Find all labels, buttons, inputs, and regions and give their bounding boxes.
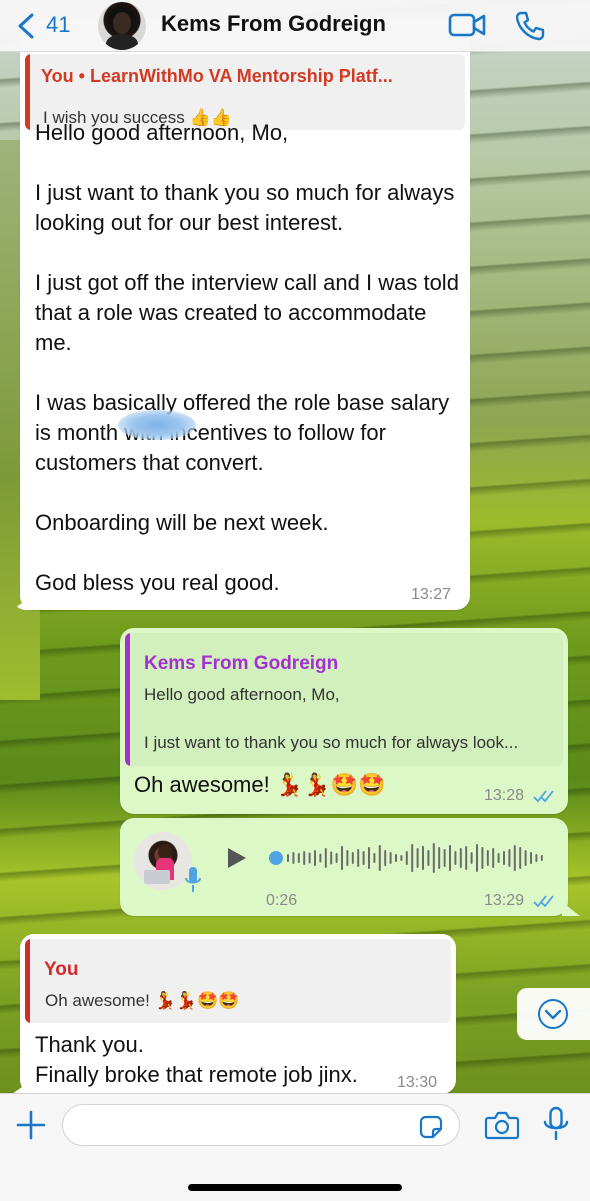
mic-icon[interactable]	[542, 1106, 570, 1142]
voice-message-bubble[interactable]: 0:26 13:29	[120, 818, 568, 916]
audio-waveform[interactable]	[268, 838, 548, 878]
camera-icon[interactable]	[484, 1110, 520, 1140]
quoted-text: Oh awesome! 💃💃🤩🤩	[45, 991, 240, 1010]
play-icon[interactable]	[226, 846, 248, 870]
back-chevron-icon[interactable]	[14, 12, 40, 40]
quoted-text: Hello good afternoon, Mo, I just want to…	[144, 685, 519, 752]
quoted-message[interactable]: Kems From Godreign Hello good afternoon,…	[125, 633, 563, 766]
chat-header: 41 Kems From Godreign	[0, 0, 590, 52]
message-time: 13:30	[397, 1074, 438, 1091]
voice-duration: 0:26	[266, 892, 298, 909]
double-check-icon	[532, 895, 554, 908]
message-bubble-outgoing[interactable]: Kems From Godreign Hello good afternoon,…	[120, 628, 568, 814]
quoted-sender: Kems From Godreign	[144, 653, 339, 674]
video-call-icon[interactable]	[448, 12, 486, 38]
message-time: 13:27	[411, 586, 452, 603]
quoted-sender: You	[44, 959, 79, 980]
message-bubble-incoming[interactable]: You • LearnWithMo VA Mentorship Platf...…	[20, 20, 470, 610]
plus-icon[interactable]	[16, 1110, 46, 1140]
quote-bar	[25, 54, 30, 130]
waveform-bars	[287, 843, 543, 873]
message-time-label: 13:29	[484, 892, 525, 909]
home-indicator	[188, 1184, 402, 1191]
contact-name[interactable]: Kems From Godreign	[161, 11, 386, 37]
message-text: Oh awesome! 💃💃🤩🤩	[134, 772, 386, 797]
avatar-face	[113, 12, 131, 34]
message-text: Thank you. Finally broke that remote job…	[35, 1032, 358, 1087]
redaction-blur	[118, 410, 196, 440]
sticker-icon[interactable]	[417, 1113, 445, 1141]
message-time: 13:29	[484, 892, 555, 910]
avatar-body	[106, 34, 138, 50]
message-input[interactable]	[62, 1104, 460, 1146]
scroll-to-bottom-button[interactable]	[517, 988, 590, 1040]
message-text: Hello good afternoon, Mo, I just want to…	[35, 120, 459, 595]
avatar-laptop	[144, 870, 170, 884]
message-time-label: 13:28	[484, 787, 525, 804]
mic-icon	[185, 867, 201, 892]
message-time: 13:28	[484, 787, 555, 805]
unread-count[interactable]: 41	[46, 12, 70, 38]
contact-avatar[interactable]	[98, 2, 146, 50]
quote-bar	[25, 939, 30, 1023]
phone-call-icon[interactable]	[514, 10, 546, 42]
message-bubble-incoming[interactable]: You Oh awesome! 💃💃🤩🤩 Thank you. Finally …	[20, 934, 456, 1094]
quoted-sender: You • LearnWithMo VA Mentorship Platf...	[41, 66, 393, 86]
double-check-icon	[532, 790, 554, 803]
quote-bar	[125, 633, 130, 766]
quoted-message[interactable]: You Oh awesome! 💃💃🤩🤩	[25, 939, 451, 1023]
scroll-down-icon	[538, 999, 568, 1029]
message-composer	[0, 1093, 590, 1201]
